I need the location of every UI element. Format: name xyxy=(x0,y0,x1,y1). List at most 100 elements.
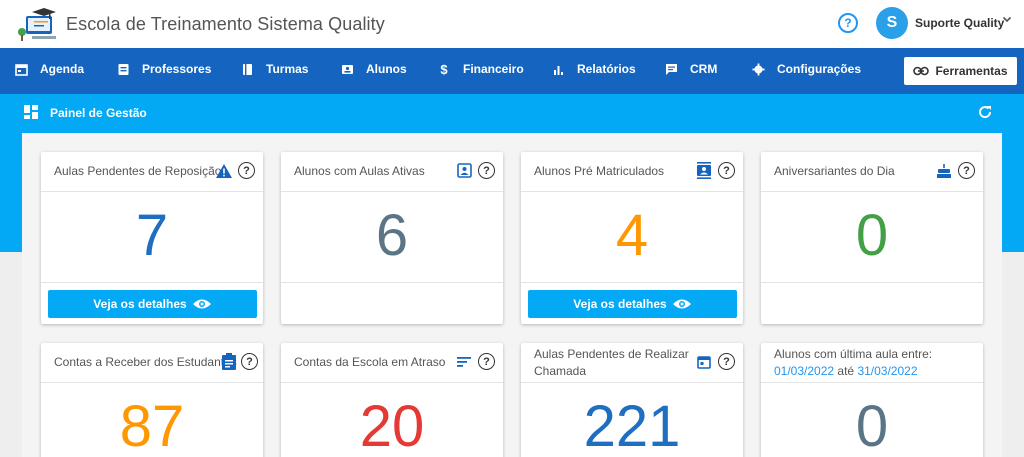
card-contas-escola-atraso: Contas da Escola em Atraso ? 20 xyxy=(281,343,503,457)
clipboard-icon xyxy=(221,353,237,370)
nav-label: Relatórios xyxy=(577,62,636,76)
card-value: 221 xyxy=(583,394,681,457)
chevron-down-icon[interactable] xyxy=(1002,14,1012,27)
nav-item-turmas[interactable]: Turmas xyxy=(240,62,308,76)
eye-icon xyxy=(672,299,691,308)
panel-title: Painel de Gestão xyxy=(50,106,147,120)
nav-item-configuracoes[interactable]: Configurações xyxy=(751,62,861,76)
card-footer: Veja os detalhes xyxy=(41,282,263,324)
book-icon xyxy=(240,62,254,76)
help-icon[interactable]: ? xyxy=(478,353,495,370)
details-label: Veja os detalhes xyxy=(573,296,667,311)
details-button[interactable]: Veja os detalhes xyxy=(47,289,257,318)
nav-label: Agenda xyxy=(40,62,85,76)
card-footer xyxy=(281,282,503,324)
card-aulas-pendentes-chamada: Aulas Pendentes de Realizar Chamada ? 22… xyxy=(521,343,743,457)
nav-item-relatorios[interactable]: Relatórios xyxy=(551,62,636,76)
refresh-icon[interactable] xyxy=(977,104,993,120)
card-title: Alunos com última aula entre: 01/03/2022… xyxy=(774,346,932,380)
card-header: Alunos com Aulas Ativas ? xyxy=(281,152,503,192)
gear-icon xyxy=(751,62,765,76)
card-title: Aulas Pendentes de Realizar Chamada xyxy=(534,346,689,380)
details-button[interactable]: Veja os detalhes xyxy=(527,289,737,318)
portrait-icon xyxy=(456,163,472,179)
id-card-icon xyxy=(340,62,354,76)
card-header: Aniversariantes do Dia ? xyxy=(761,152,983,192)
cake-icon xyxy=(936,163,952,179)
calendar-icon xyxy=(14,62,28,76)
warning-icon xyxy=(216,163,232,179)
card-value: 7 xyxy=(135,203,169,268)
card-title: Contas da Escola em Atraso xyxy=(294,355,446,369)
help-icon[interactable]: ? xyxy=(478,162,495,179)
bar-chart-icon xyxy=(551,62,565,76)
card-alunos-pre-matriculados: Alunos Pré Matriculados ? 4 Veja os deta… xyxy=(521,152,743,324)
card-value: 0 xyxy=(855,394,889,457)
sort-icon xyxy=(456,354,472,370)
nav-item-alunos[interactable]: Alunos xyxy=(340,62,407,76)
link-icon xyxy=(913,66,930,76)
details-label: Veja os detalhes xyxy=(93,296,187,311)
contact-card-icon xyxy=(696,162,712,179)
card-contas-receber-estudantes: Contas a Receber dos Estudantes ? 87 xyxy=(41,343,263,457)
card-header: Contas da Escola em Atraso ? xyxy=(281,343,503,383)
ferramentas-button[interactable]: Ferramentas xyxy=(904,57,1017,85)
card-title: Aniversariantes do Dia xyxy=(774,164,895,178)
app-title: Escola de Treinamento Sistema Quality xyxy=(66,13,385,34)
user-name[interactable]: Suporte Quality xyxy=(915,16,1004,30)
nav-label: Turmas xyxy=(266,62,309,76)
nav-label: Alunos xyxy=(366,62,407,76)
date-from-link[interactable]: 01/03/2022 xyxy=(774,364,834,378)
card-header: Alunos com última aula entre: 01/03/2022… xyxy=(761,343,983,383)
main-nav: Agenda Professores Turmas Alunos $ Finan… xyxy=(0,48,1024,94)
card-value: 20 xyxy=(359,394,425,457)
card-title: Alunos Pré Matriculados xyxy=(534,164,665,178)
top-header: Escola de Treinamento Sistema Quality ? … xyxy=(0,0,1024,48)
chat-icon xyxy=(664,62,678,76)
date-separator: até xyxy=(837,363,855,378)
card-title-line2: Chamada xyxy=(534,363,587,378)
card-title: Contas a Receber dos Estudantes xyxy=(54,355,237,369)
eye-icon xyxy=(192,299,211,308)
card-footer xyxy=(761,282,983,324)
nav-label: Configurações xyxy=(777,62,862,76)
card-header: Aulas Pendentes de Reposição ? xyxy=(41,152,263,192)
nav-item-agenda[interactable]: Agenda xyxy=(14,62,84,76)
ferramentas-label: Ferramentas xyxy=(935,64,1008,78)
card-value: 87 xyxy=(119,394,185,457)
card-title-line1: Alunos com última aula entre: xyxy=(774,346,933,361)
nav-item-professores[interactable]: Professores xyxy=(116,62,211,76)
card-value: 4 xyxy=(615,203,649,268)
card-aulas-pendentes-reposicao: Aulas Pendentes de Reposição ? 7 Veja os… xyxy=(41,152,263,324)
help-icon[interactable]: ? xyxy=(718,162,735,179)
nav-label: Financeiro xyxy=(463,62,524,76)
card-value: 6 xyxy=(375,203,409,268)
card-alunos-aulas-ativas: Alunos com Aulas Ativas ? 6 xyxy=(281,152,503,324)
card-title: Alunos com Aulas Ativas xyxy=(294,164,425,178)
card-footer: Veja os detalhes xyxy=(521,282,743,324)
card-header: Contas a Receber dos Estudantes ? xyxy=(41,343,263,383)
card-header: Alunos Pré Matriculados ? xyxy=(521,152,743,192)
help-icon[interactable]: ? xyxy=(241,353,258,370)
dashboard-icon xyxy=(24,105,38,119)
nav-item-crm[interactable]: CRM xyxy=(664,62,717,76)
nav-label: CRM xyxy=(690,62,718,76)
school-logo[interactable] xyxy=(16,6,60,42)
card-title: Aulas Pendentes de Reposição xyxy=(54,164,222,178)
card-alunos-ultima-aula: Alunos com última aula entre: 01/03/2022… xyxy=(761,343,983,457)
user-avatar[interactable]: S xyxy=(876,7,908,39)
help-icon[interactable]: ? xyxy=(838,13,858,33)
briefcase-icon xyxy=(116,62,130,76)
card-value: 0 xyxy=(855,203,889,268)
card-header: Aulas Pendentes de Realizar Chamada ? xyxy=(521,343,743,383)
card-title-line1: Aulas Pendentes de Realizar xyxy=(534,346,689,361)
card-aniversariantes-dia: Aniversariantes do Dia ? 0 xyxy=(761,152,983,324)
date-to-link[interactable]: 31/03/2022 xyxy=(857,364,917,378)
calendar-icon xyxy=(696,354,712,370)
help-icon[interactable]: ? xyxy=(238,162,255,179)
nav-item-financeiro[interactable]: $ Financeiro xyxy=(437,61,524,77)
help-icon[interactable]: ? xyxy=(958,162,975,179)
nav-label: Professores xyxy=(142,62,212,76)
dollar-icon: $ xyxy=(440,61,448,77)
help-icon[interactable]: ? xyxy=(718,353,735,370)
